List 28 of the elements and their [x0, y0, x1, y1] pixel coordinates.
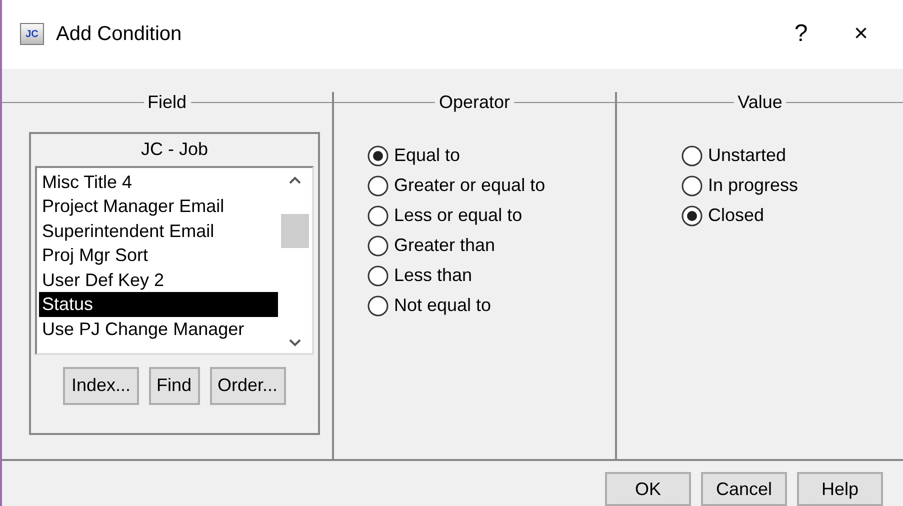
group-heading: Field [148, 92, 187, 114]
group-heading: Operator [438, 92, 510, 114]
help-button[interactable]: ? [777, 20, 825, 48]
radio-option[interactable]: In progress [681, 170, 903, 201]
close-button[interactable]: × [837, 20, 885, 48]
radio-option[interactable]: Not equal to [367, 290, 615, 321]
scroll-down-icon[interactable] [289, 338, 301, 347]
radio-option[interactable]: Less or equal to [367, 200, 615, 231]
radio-option[interactable]: Equal to [367, 140, 615, 171]
table-name: JC - Job [140, 138, 208, 160]
app-icon: JC [20, 23, 44, 46]
radio-option[interactable]: Less than [367, 260, 615, 291]
field-button[interactable]: Index... [63, 366, 138, 405]
scrollbar-thumb[interactable] [281, 214, 309, 248]
field-button[interactable]: Order... [210, 366, 286, 405]
scroll-up-icon[interactable] [289, 176, 301, 184]
radio-option[interactable]: Closed [681, 200, 903, 231]
list-item[interactable]: Status [39, 292, 278, 317]
dialog-button[interactable]: Cancel [701, 472, 787, 506]
window-title: Add Condition [56, 22, 183, 46]
dialog-button[interactable]: OK [605, 472, 691, 506]
radio-option[interactable]: Greater than [367, 230, 615, 261]
group-heading: Value [738, 92, 782, 114]
list-item[interactable]: Use PJ Change Manager [39, 316, 278, 342]
radio-option[interactable]: Greater or equal to [367, 170, 615, 201]
field-button[interactable]: Find [148, 366, 200, 405]
radio-option[interactable]: Unstarted [681, 140, 903, 171]
dialog-button[interactable]: Help [797, 472, 883, 506]
